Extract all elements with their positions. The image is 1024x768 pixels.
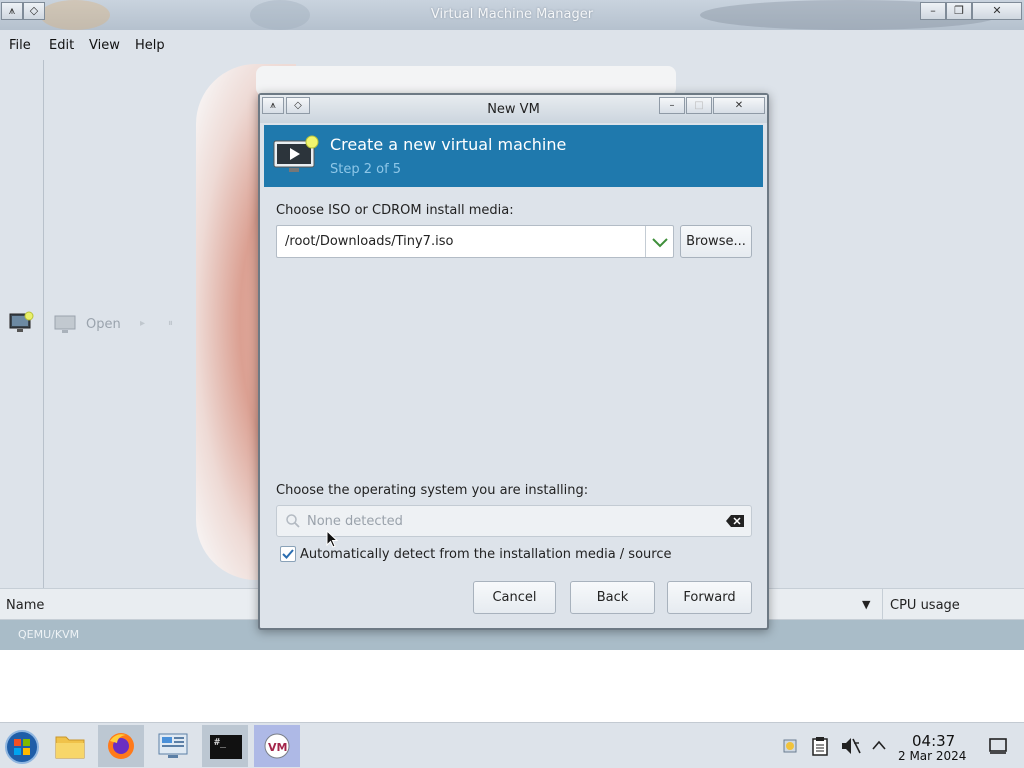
new-vm-dialog: ⩚ ◇ New VM – □ ✕ Create a new virtual ma… [258, 93, 769, 630]
pause-icon[interactable]: ⏸ [168, 318, 173, 329]
chevron-up-icon[interactable] [871, 739, 887, 751]
cancel-button[interactable]: Cancel [473, 581, 556, 614]
clear-input-icon[interactable] [726, 515, 744, 527]
minimize-button[interactable]: – [920, 2, 946, 20]
show-desktop-icon[interactable] [988, 737, 1008, 755]
firefox-taskbar-button[interactable] [98, 725, 144, 767]
open-vm-icon[interactable] [54, 314, 76, 334]
new-vm-icon[interactable] [9, 311, 35, 335]
taskbar: #_ VM 04:37 2 Mar 2024 [0, 722, 1024, 768]
new-vm-icon [273, 135, 319, 172]
os-search-input[interactable]: None detected [276, 505, 752, 537]
vm-list-area [0, 650, 1024, 722]
install-media-value[interactable]: /root/Downloads/Tiny7.iso [285, 234, 453, 249]
firefox-icon [108, 733, 134, 759]
mouse-cursor-icon [326, 530, 338, 548]
terminal-icon: #_ [210, 735, 242, 759]
dialog-close-button[interactable]: ✕ [713, 97, 765, 114]
maximize-button[interactable]: ❐ [946, 2, 972, 20]
file-manager-taskbar-button[interactable] [47, 725, 93, 767]
window-title: Virtual Machine Manager [430, 7, 594, 22]
os-search-placeholder: None detected [307, 514, 403, 529]
auto-detect-checkbox[interactable] [280, 546, 296, 562]
connection-label: QEMU/KVM [18, 628, 80, 641]
forward-button[interactable]: Forward [667, 581, 752, 614]
start-menu-icon[interactable] [4, 729, 40, 765]
clipboard-tray-icon[interactable] [812, 736, 828, 756]
main-titlebar[interactable]: ⩚ ◇ Virtual Machine Manager – ❐ ✕ [0, 0, 1024, 30]
install-media-combobox[interactable]: /root/Downloads/Tiny7.iso [276, 225, 674, 258]
virt-manager-icon: VM [264, 733, 290, 759]
dialog-header-title: Create a new virtual machine [330, 135, 567, 154]
control-panel-taskbar-button[interactable] [150, 725, 196, 767]
clock-time[interactable]: 04:37 [912, 732, 955, 750]
menu-edit[interactable]: Edit [49, 38, 74, 53]
checkmark-icon [282, 549, 294, 559]
terminal-taskbar-button[interactable]: #_ [202, 725, 248, 767]
left-panel [0, 60, 44, 588]
dialog-maximize-button[interactable]: □ [686, 97, 712, 114]
menu-help[interactable]: Help [135, 38, 165, 53]
column-header-name[interactable]: Name [6, 598, 44, 613]
dialog-titlebar[interactable]: ⩚ ◇ New VM – □ ✕ [260, 95, 767, 123]
background-decoration [256, 66, 676, 96]
menu-file[interactable]: File [9, 38, 31, 53]
close-button[interactable]: ✕ [972, 2, 1022, 20]
volume-muted-icon[interactable] [841, 737, 861, 755]
auto-detect-label[interactable]: Automatically detect from the installati… [300, 547, 671, 562]
control-panel-icon [158, 733, 188, 758]
folder-icon [55, 736, 85, 759]
svg-text:VM: VM [268, 741, 287, 754]
combobox-separator [645, 226, 646, 257]
dialog-step-indicator: Step 2 of 5 [330, 162, 402, 177]
browse-button[interactable]: Browse... [680, 225, 752, 258]
column-header-cpu-usage[interactable]: CPU usage [890, 598, 960, 613]
chevron-down-icon[interactable] [649, 232, 671, 252]
install-media-label: Choose ISO or CDROM install media: [276, 203, 514, 218]
dialog-header: Create a new virtual machine Step 2 of 5 [264, 125, 763, 187]
sort-dropdown-icon[interactable]: ▼ [862, 598, 870, 611]
clock-date[interactable]: 2 Mar 2024 [898, 749, 966, 763]
menu-view[interactable]: View [89, 38, 120, 53]
back-button[interactable]: Back [570, 581, 655, 614]
run-icon[interactable]: ▸ [140, 318, 145, 329]
column-separator [882, 589, 883, 621]
open-button-label[interactable]: Open [86, 317, 121, 332]
search-icon [286, 514, 300, 528]
dialog-minimize-button[interactable]: – [659, 97, 685, 114]
os-label: Choose the operating system you are inst… [276, 483, 589, 498]
virt-manager-taskbar-button[interactable]: VM [254, 725, 300, 767]
menubar: File Edit View Help [0, 30, 1024, 60]
network-tray-icon[interactable] [781, 736, 799, 756]
